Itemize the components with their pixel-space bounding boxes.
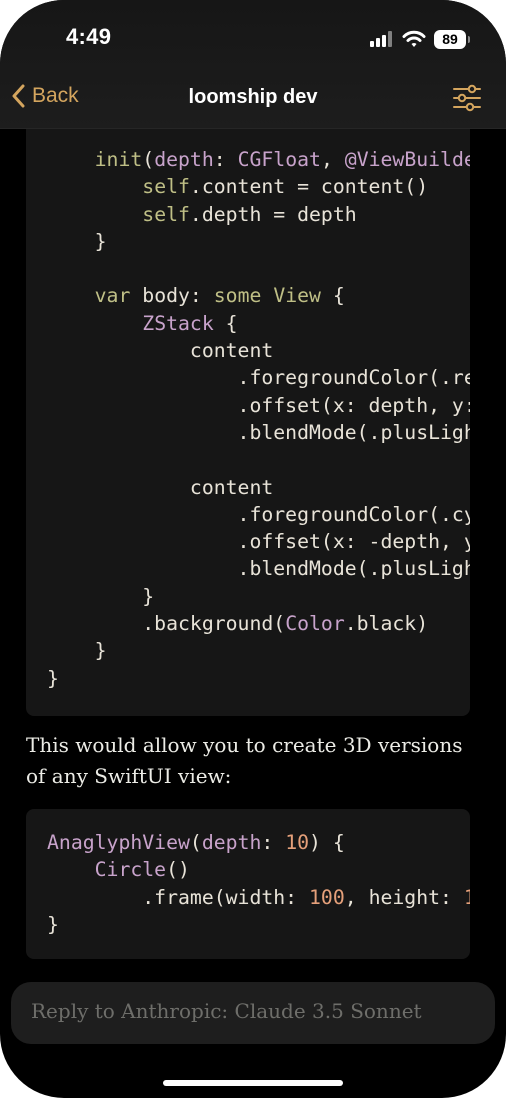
code-token: .background( <box>47 612 286 636</box>
code-token: } <box>47 639 107 663</box>
code-token: , <box>320 148 345 171</box>
code-line: content <box>47 339 273 362</box>
code-token: content <box>47 339 274 363</box>
code-line: init(depth: CGFloat, @ViewBuilder <box>47 148 470 171</box>
code-line: } <box>47 667 59 690</box>
code-line: } <box>47 639 107 662</box>
code-token: CGFloat <box>237 148 321 171</box>
code-token: var <box>94 284 131 308</box>
battery-icon: 89 <box>434 29 470 49</box>
code-token: Color <box>285 612 345 636</box>
code-token: ( <box>142 148 155 171</box>
code-line: .blendMode(.plusLighter) <box>47 557 470 580</box>
code-token: content <box>47 475 274 499</box>
code-line: .foregroundColor(.red) <box>47 366 470 389</box>
code-token: } <box>47 666 59 690</box>
code-token: .frame(width: <box>47 885 310 909</box>
code-token: self <box>142 175 190 199</box>
reply-placeholder: Reply to Anthropic: Claude 3.5 Sonnet <box>31 999 422 1023</box>
code-line: self.content = content() <box>47 175 428 198</box>
code-token: ) { <box>309 831 345 854</box>
code-line: .frame(width: 100, height: 100) <box>47 886 470 909</box>
code-token: View <box>273 284 321 308</box>
signal-icon <box>370 31 392 47</box>
code-token: .depth = depth <box>189 202 357 226</box>
code-token: .content = content() <box>189 175 429 199</box>
code-token: } <box>47 584 155 608</box>
message-paragraph: This would allow you to create 3D versio… <box>26 733 463 788</box>
code-line: } <box>47 913 59 936</box>
code-line: .background(Color.black) <box>47 612 428 635</box>
code-token: : <box>261 831 286 854</box>
code-token: 10 <box>285 831 310 854</box>
settings-sliders-icon[interactable] <box>452 84 482 112</box>
code-token: .blendMode(.plusLighter) <box>237 557 470 581</box>
code-token: 100 <box>309 885 345 909</box>
code-line: } <box>47 230 107 253</box>
code-token: } <box>47 229 107 253</box>
code-token: init <box>94 148 143 171</box>
code-token: some <box>213 284 262 308</box>
code-token: .blendMode(.plusLighter) <box>237 420 470 444</box>
navigation-header: 4:49 89 Back loomship dev <box>0 0 506 129</box>
code-line: self.depth = depth <box>47 202 357 226</box>
code-token: AnaglyphView <box>47 831 190 854</box>
code-token: 100 <box>463 885 470 909</box>
code-line: .blendMode(.plusLighter) <box>47 421 470 444</box>
code-token: .foregroundColor(.red) <box>47 366 470 390</box>
code-token: { <box>320 284 345 308</box>
code-token: Circle <box>94 858 167 882</box>
code-line: .offset(x: -depth, y: 0) <box>47 530 470 553</box>
code-token: () <box>166 858 190 882</box>
code-line: .foregroundColor(.cyan) <box>47 503 470 526</box>
code-token: { <box>213 311 238 335</box>
code-token: .offset(x: depth, y: 0) <box>47 393 470 417</box>
code-token: .offset(x: -depth, y: 0) <box>237 530 470 554</box>
code-line: Circle() <box>47 858 190 881</box>
status-icons: 89 <box>370 28 470 50</box>
wifi-icon <box>402 30 426 47</box>
code-line: AnaglyphView(depth: 10) { <box>47 831 345 854</box>
page-title: loomship dev <box>188 86 318 108</box>
code-token: , height: <box>344 885 464 909</box>
code-token: @ViewBuilder <box>344 148 470 171</box>
code-token: depth <box>154 148 214 171</box>
code-token: depth <box>201 831 262 854</box>
phone-screen: init(depth: CGFloat, @ViewBuilder self.c… <box>0 0 506 1098</box>
code-line: var body: some View { <box>47 284 345 307</box>
code-block: init(depth: CGFloat, @ViewBuilder self.c… <box>26 110 470 716</box>
code-token: } <box>47 912 59 936</box>
status-time: 4:49 <box>66 24 112 49</box>
code-block: AnaglyphView(depth: 10) { Circle() .fram… <box>26 809 470 959</box>
code-token: .black) <box>344 612 429 636</box>
code-token: ( <box>189 831 202 854</box>
code-content: init(depth: CGFloat, @ViewBuilder self.c… <box>47 146 470 692</box>
code-token: : <box>213 148 238 171</box>
code-line: content <box>47 476 273 499</box>
code-content: AnaglyphView(depth: 10) { Circle() .fram… <box>47 829 470 938</box>
code-line: } <box>47 585 154 608</box>
code-token: self <box>142 202 190 226</box>
code-token: ZStack <box>142 311 214 335</box>
code-token: body: <box>130 284 214 308</box>
code-line: .offset(x: depth, y: 0) <box>47 394 470 417</box>
code-line: ZStack { <box>47 311 238 335</box>
reply-input[interactable]: Reply to Anthropic: Claude 3.5 Sonnet <box>11 982 495 1044</box>
battery-level: 89 <box>442 31 458 47</box>
home-indicator <box>163 1080 343 1086</box>
code-token: .foregroundColor(.cyan) <box>47 502 470 526</box>
